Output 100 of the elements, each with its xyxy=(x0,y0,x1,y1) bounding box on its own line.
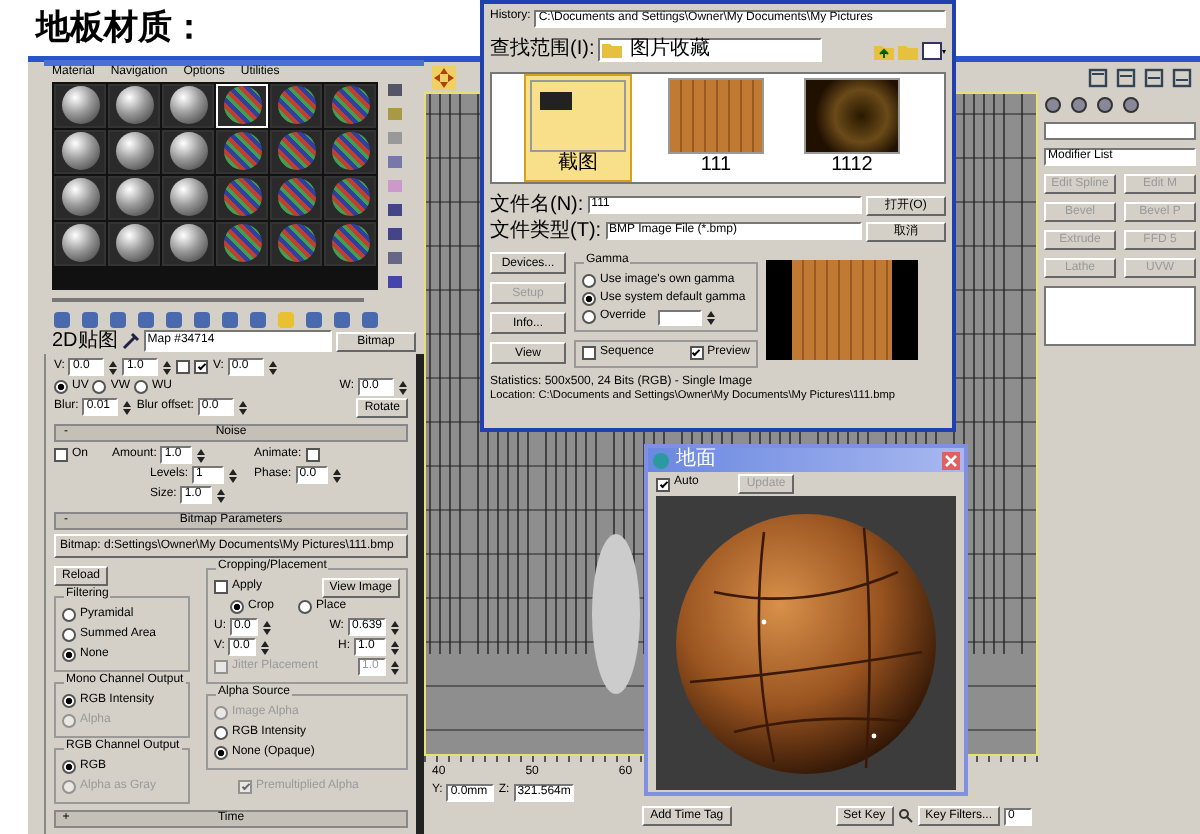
marble-thumbnail xyxy=(804,78,900,154)
sphere-preview xyxy=(277,132,315,170)
material-slot[interactable] xyxy=(162,175,214,219)
field-label: 文件名(N): xyxy=(490,193,584,217)
name-field[interactable] xyxy=(1044,122,1196,140)
sphere-preview xyxy=(61,132,99,170)
material-slot[interactable] xyxy=(162,83,214,127)
view-menu-icon[interactable] xyxy=(922,41,946,59)
material-slot[interactable] xyxy=(54,83,106,127)
checkbox[interactable] xyxy=(305,448,320,462)
spinner-icon[interactable] xyxy=(398,379,408,395)
move-icon[interactable] xyxy=(432,65,456,89)
radio-button[interactable] xyxy=(582,310,596,324)
radio-button[interactable] xyxy=(62,608,76,622)
look-in-dropdown[interactable]: 图片收藏 xyxy=(598,38,823,62)
material-slot[interactable] xyxy=(54,221,106,265)
sphere-preview xyxy=(223,86,261,124)
wood-tile-thumbnail xyxy=(668,78,764,154)
sphere-preview xyxy=(223,132,261,170)
checkbox[interactable] xyxy=(54,448,68,462)
radio-button[interactable] xyxy=(62,760,76,774)
app-icon xyxy=(652,451,670,469)
radio-button[interactable] xyxy=(62,648,76,662)
material-slot[interactable] xyxy=(324,175,376,219)
sphere-preview xyxy=(61,178,99,216)
spinner-icon[interactable] xyxy=(262,619,272,635)
spinner-icon[interactable] xyxy=(390,659,400,675)
folder-thumbnail xyxy=(530,80,626,152)
sphere-preview xyxy=(277,178,315,216)
up-folder-icon[interactable] xyxy=(874,41,894,59)
sphere-preview xyxy=(61,86,99,124)
material-slot[interactable] xyxy=(54,129,106,173)
eyedropper-icon[interactable] xyxy=(121,332,140,350)
checkbox[interactable] xyxy=(582,346,596,361)
radio-button[interactable] xyxy=(214,726,228,740)
map-label: 2D贴图 xyxy=(52,329,118,353)
sphere-preview xyxy=(331,132,369,170)
material-slot[interactable] xyxy=(216,175,268,219)
radio-button[interactable] xyxy=(62,694,76,708)
page-heading: 地板材质： xyxy=(36,8,206,48)
field-label: 查找范围(I): xyxy=(490,38,595,62)
material-slot[interactable] xyxy=(108,129,160,173)
sphere-preview xyxy=(223,224,261,262)
checkbox[interactable] xyxy=(689,346,704,361)
material-slot[interactable] xyxy=(270,83,322,127)
sphere-preview xyxy=(331,178,369,216)
material-slot[interactable] xyxy=(216,221,268,265)
sphere-preview xyxy=(115,178,153,216)
radio-button[interactable] xyxy=(54,380,68,394)
checkbox[interactable] xyxy=(214,580,228,594)
sphere-preview xyxy=(277,86,315,124)
radio-button[interactable] xyxy=(582,274,596,288)
sphere-preview xyxy=(169,86,207,124)
checkbox[interactable] xyxy=(656,477,670,491)
radio-button[interactable] xyxy=(298,600,313,614)
material-slot[interactable] xyxy=(270,221,322,265)
checkbox[interactable] xyxy=(238,780,252,794)
material-slot[interactable] xyxy=(108,221,160,265)
checkbox[interactable] xyxy=(176,360,191,374)
sphere-preview xyxy=(331,86,369,124)
radio-button[interactable] xyxy=(62,628,76,642)
material-slot[interactable] xyxy=(108,175,160,219)
sphere-preview xyxy=(115,86,153,124)
radio-button[interactable] xyxy=(582,292,596,306)
sphere-preview xyxy=(61,224,99,262)
sphere-preview xyxy=(223,178,261,216)
material-slot[interactable] xyxy=(162,221,214,265)
material-slot[interactable] xyxy=(270,129,322,173)
field-label: 文件类型(T): xyxy=(490,219,602,243)
spinner-icon[interactable] xyxy=(390,639,400,655)
sphere-preview xyxy=(169,178,207,216)
checkbox[interactable] xyxy=(194,360,209,374)
sphere-preview xyxy=(331,224,369,262)
material-slot[interactable] xyxy=(324,221,376,265)
material-slot[interactable] xyxy=(216,129,268,173)
material-slot[interactable] xyxy=(324,83,376,127)
material-slot[interactable] xyxy=(54,175,106,219)
material-slot[interactable] xyxy=(324,129,376,173)
sphere-preview xyxy=(169,224,207,262)
radio-button[interactable] xyxy=(134,380,149,394)
modifier-stack[interactable] xyxy=(1044,286,1196,346)
scroll-bar[interactable] xyxy=(52,297,364,301)
sphere-preview xyxy=(115,224,153,262)
file-item[interactable]: 1112 xyxy=(800,74,904,182)
radio-button[interactable] xyxy=(214,746,228,760)
radio-button[interactable] xyxy=(92,380,107,394)
file-item[interactable]: 截图 xyxy=(524,74,632,182)
sphere-preview xyxy=(115,132,153,170)
material-slot[interactable] xyxy=(270,175,322,219)
sphere-preview xyxy=(169,132,207,170)
override-field[interactable] xyxy=(658,309,703,325)
window-title: 地面 xyxy=(676,448,716,472)
material-slot[interactable] xyxy=(162,129,214,173)
checkbox[interactable] xyxy=(214,660,228,674)
spinner-icon[interactable] xyxy=(390,619,400,635)
wood-tile-image xyxy=(792,260,892,360)
close-icon[interactable] xyxy=(942,451,960,469)
file-item[interactable]: 111 xyxy=(664,74,768,182)
radio-button[interactable] xyxy=(230,600,244,614)
material-slot[interactable] xyxy=(108,83,160,127)
